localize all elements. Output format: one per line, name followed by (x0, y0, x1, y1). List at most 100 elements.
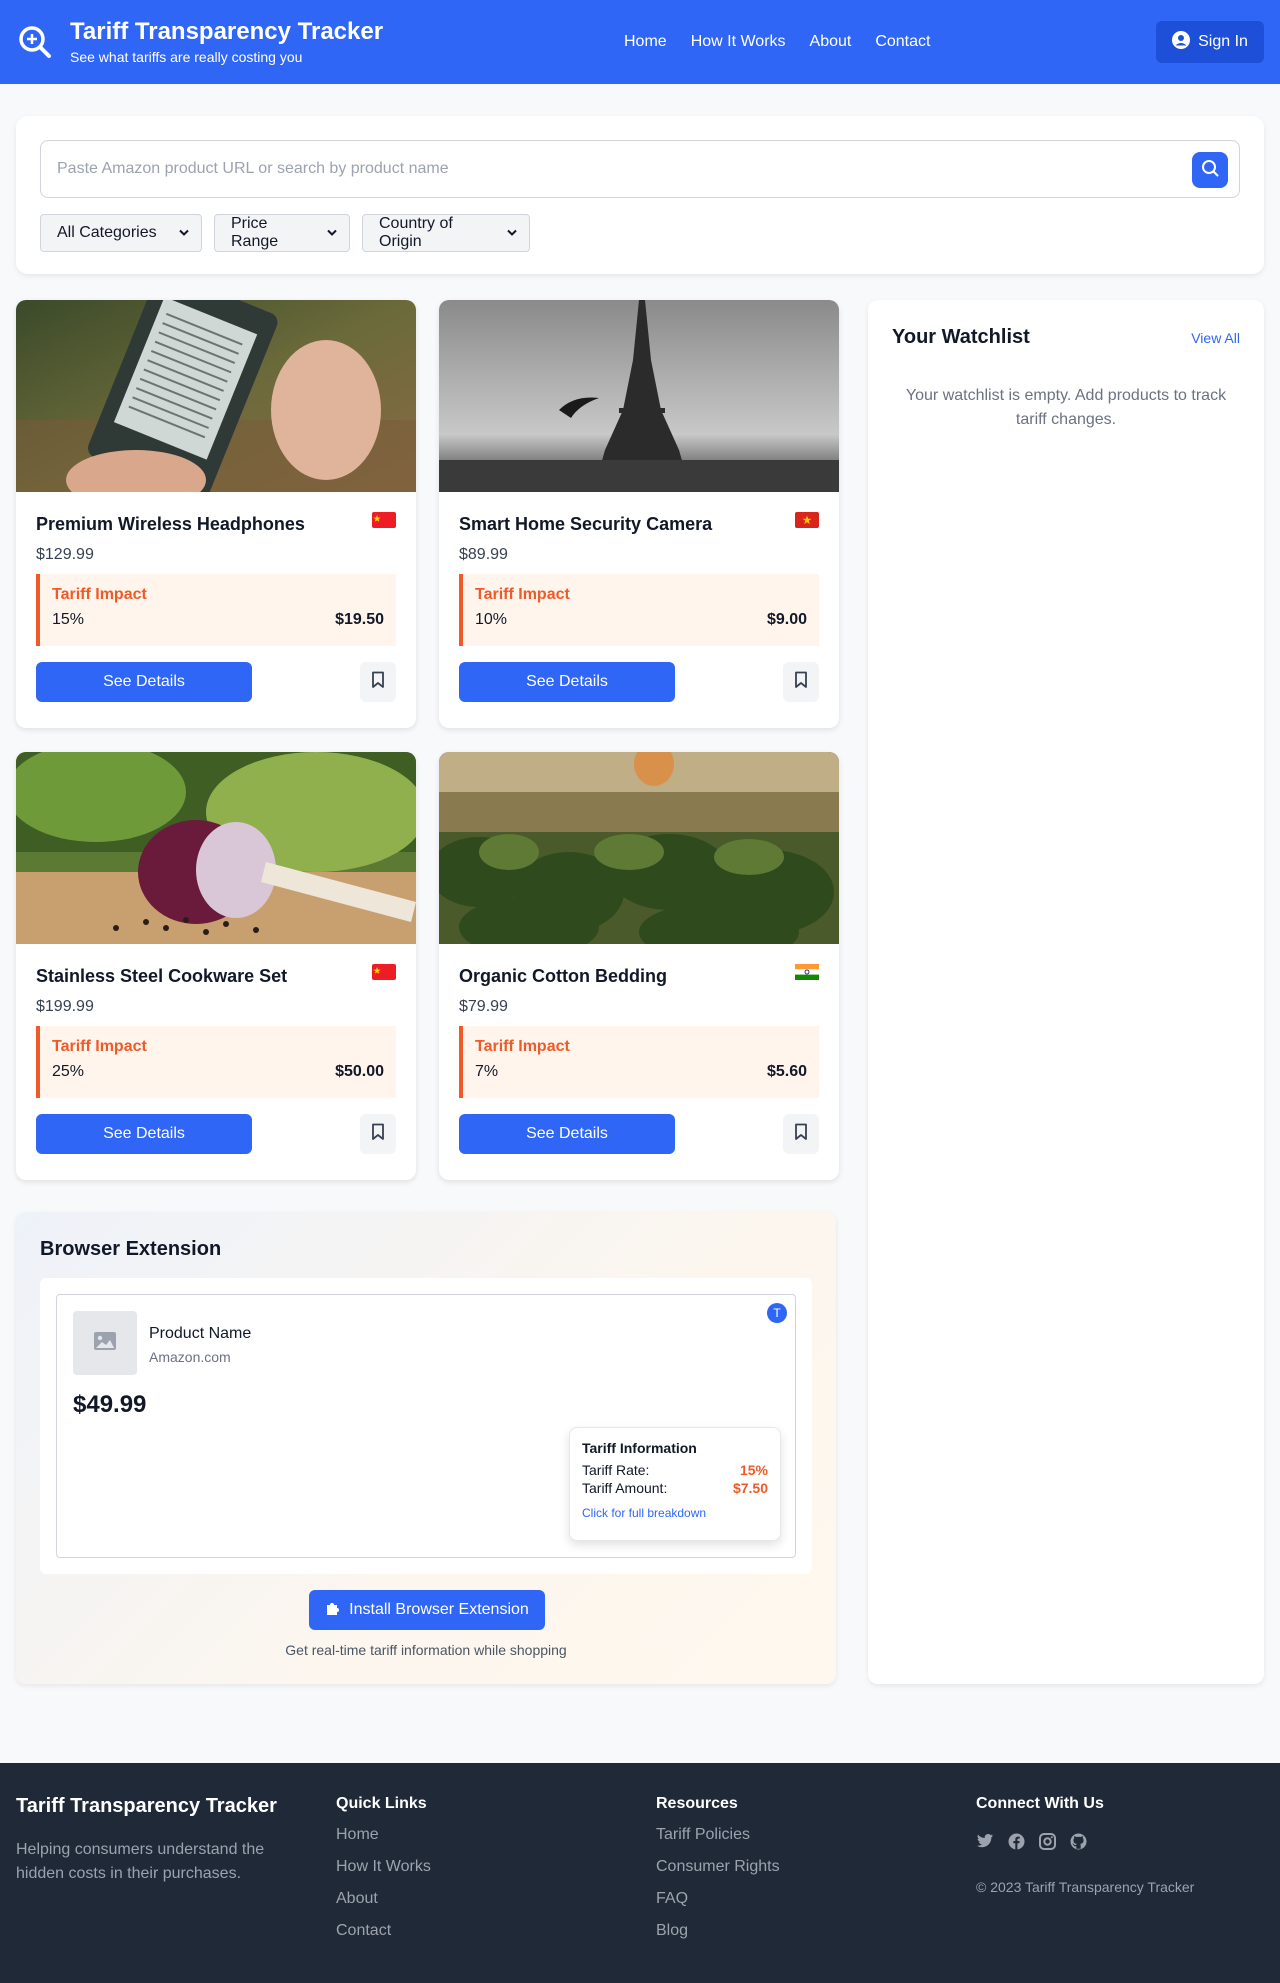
tooltip-rate-value: 15% (739, 1462, 768, 1478)
tariff-rate: 25% (52, 1063, 85, 1080)
full-breakdown-link[interactable]: Click for full breakdown (582, 1506, 768, 1520)
bookmark-icon (794, 1123, 808, 1146)
puzzle-piece-icon (325, 1600, 341, 1621)
product-card: Organic Cotton Bedding $79.99 Tariff Imp… (439, 752, 839, 1180)
nav-how-it-works[interactable]: How It Works (691, 33, 786, 51)
view-all-link[interactable]: View All (1191, 330, 1240, 346)
see-details-button[interactable]: See Details (459, 662, 675, 702)
india-flag-icon (795, 964, 819, 980)
tariff-rate: 15% (52, 611, 85, 628)
preview-store: Amazon.com (149, 1349, 231, 1365)
tariff-impact-label: Tariff Impact (475, 586, 570, 603)
price-range-select-value: Price Range (231, 215, 279, 250)
instagram-icon[interactable] (1039, 1833, 1056, 1855)
category-select[interactable]: All Categories (40, 214, 202, 252)
search-button[interactable] (1192, 152, 1228, 188)
bookmark-icon (371, 671, 385, 694)
footer-link-blog[interactable]: Blog (656, 1922, 780, 1941)
extension-preview: Product Name Amazon.com $49.99 T Tariff … (56, 1294, 796, 1558)
chevron-down-icon (179, 224, 189, 242)
product-name[interactable]: Organic Cotton Bedding (459, 964, 819, 988)
tooltip-amount-value: $7.50 (732, 1480, 768, 1496)
search-dollar-icon (16, 23, 54, 61)
footer-link-contact[interactable]: Contact (336, 1922, 431, 1941)
see-details-button[interactable]: See Details (459, 1114, 675, 1154)
preview-price: $49.99 (73, 1391, 147, 1418)
chevron-down-icon (507, 224, 517, 242)
sign-in-button[interactable]: Sign In (1156, 21, 1264, 63)
product-image (16, 752, 416, 944)
product-price: $79.99 (459, 998, 508, 1015)
browser-extension-section: Browser Extension Product Name Amazon.co… (16, 1212, 836, 1684)
product-card: Premium Wireless Headphones $129.99 Tari… (16, 300, 416, 728)
country-select-value: Country of Origin (379, 215, 453, 250)
tariff-impact-label: Tariff Impact (52, 1038, 147, 1055)
extension-preview-frame: Product Name Amazon.com $49.99 T Tariff … (40, 1278, 812, 1574)
tooltip-rate-label: Tariff Rate: (582, 1462, 650, 1478)
tariff-impact-label: Tariff Impact (52, 586, 147, 603)
filter-bar: All Categories Price Range Country of Or… (40, 214, 530, 252)
footer-link-faq[interactable]: FAQ (656, 1890, 780, 1909)
extension-note: Get real-time tariff information while s… (285, 1642, 567, 1658)
product-name[interactable]: Stainless Steel Cookware Set (36, 964, 396, 988)
site-tagline: See what tariffs are really costing you (70, 49, 303, 65)
brand[interactable]: Tariff Transparency Tracker See what tar… (16, 18, 576, 66)
install-extension-button[interactable]: Install Browser Extension (309, 1590, 545, 1630)
tariff-info-tooltip: Tariff Information Tariff Rate: 15% Tarif… (569, 1427, 781, 1541)
github-icon[interactable] (1070, 1833, 1087, 1855)
footer-description: Helping consumers understand the hidden … (16, 1841, 265, 1882)
site-footer: Tariff Transparency Tracker Helping cons… (0, 1763, 1280, 1983)
preview-product-name: Product Name (149, 1325, 252, 1342)
tariff-rate: 10% (475, 611, 508, 628)
tariff-impact-box: Tariff Impact 10% $9.00 (459, 574, 819, 646)
tariff-amount: $50.00 (335, 1063, 384, 1080)
product-thumbnail (73, 1311, 137, 1375)
country-select[interactable]: Country of Origin (362, 214, 530, 252)
tariff-impact-box: Tariff Impact 25% $50.00 (36, 1026, 396, 1098)
search-input[interactable]: Paste Amazon product URL or search by pr… (40, 140, 1240, 198)
bookmark-button[interactable] (783, 662, 819, 702)
twitter-icon[interactable] (976, 1833, 994, 1855)
product-image (439, 752, 839, 944)
product-name[interactable]: Premium Wireless Headphones (36, 512, 396, 536)
watchlist-panel: Your Watchlist View All Your watchlist i… (868, 300, 1264, 1684)
extension-badge[interactable]: T (767, 1303, 787, 1323)
china-flag-icon (372, 512, 396, 528)
footer-link-home[interactable]: Home (336, 1826, 431, 1845)
vietnam-flag-icon (795, 512, 819, 528)
product-card: Smart Home Security Camera $89.99 Tariff… (439, 300, 839, 728)
tariff-impact-label: Tariff Impact (475, 1038, 570, 1055)
nav-about[interactable]: About (810, 33, 852, 51)
product-card: Stainless Steel Cookware Set $199.99 Tar… (16, 752, 416, 1180)
category-select-value: All Categories (57, 224, 157, 241)
price-range-select[interactable]: Price Range (214, 214, 350, 252)
copyright: © 2023 Tariff Transparency Tracker (976, 1879, 1195, 1895)
tariff-amount: $9.00 (766, 611, 807, 628)
see-details-button[interactable]: See Details (36, 1114, 252, 1154)
facebook-icon[interactable] (1008, 1833, 1025, 1855)
main-nav: Home How It Works About Contact (624, 33, 930, 51)
bookmark-icon (371, 1123, 385, 1146)
product-image (439, 300, 839, 492)
search-placeholder: Paste Amazon product URL or search by pr… (57, 160, 449, 177)
footer-link-tariff-policies[interactable]: Tariff Policies (656, 1826, 780, 1845)
bookmark-button[interactable] (783, 1114, 819, 1154)
watchlist-empty-message: Your watchlist is empty. Add products to… (905, 387, 1227, 428)
footer-brand: Tariff Transparency Tracker (16, 1795, 277, 1817)
footer-link-consumer-rights[interactable]: Consumer Rights (656, 1858, 780, 1877)
footer-link-about[interactable]: About (336, 1890, 431, 1909)
nav-home[interactable]: Home (624, 33, 667, 51)
chevron-down-icon (327, 224, 337, 242)
site-header: Tariff Transparency Tracker See what tar… (0, 0, 1280, 84)
product-image (16, 300, 416, 492)
tariff-amount: $5.60 (766, 1063, 807, 1080)
footer-link-how-it-works[interactable]: How It Works (336, 1858, 431, 1877)
install-extension-label: Install Browser Extension (349, 1601, 529, 1618)
search-panel: Paste Amazon product URL or search by pr… (16, 116, 1264, 274)
product-name[interactable]: Smart Home Security Camera (459, 512, 819, 536)
bookmark-button[interactable] (360, 1114, 396, 1154)
product-price: $129.99 (36, 546, 94, 563)
see-details-button[interactable]: See Details (36, 662, 252, 702)
bookmark-button[interactable] (360, 662, 396, 702)
nav-contact[interactable]: Contact (875, 33, 930, 51)
